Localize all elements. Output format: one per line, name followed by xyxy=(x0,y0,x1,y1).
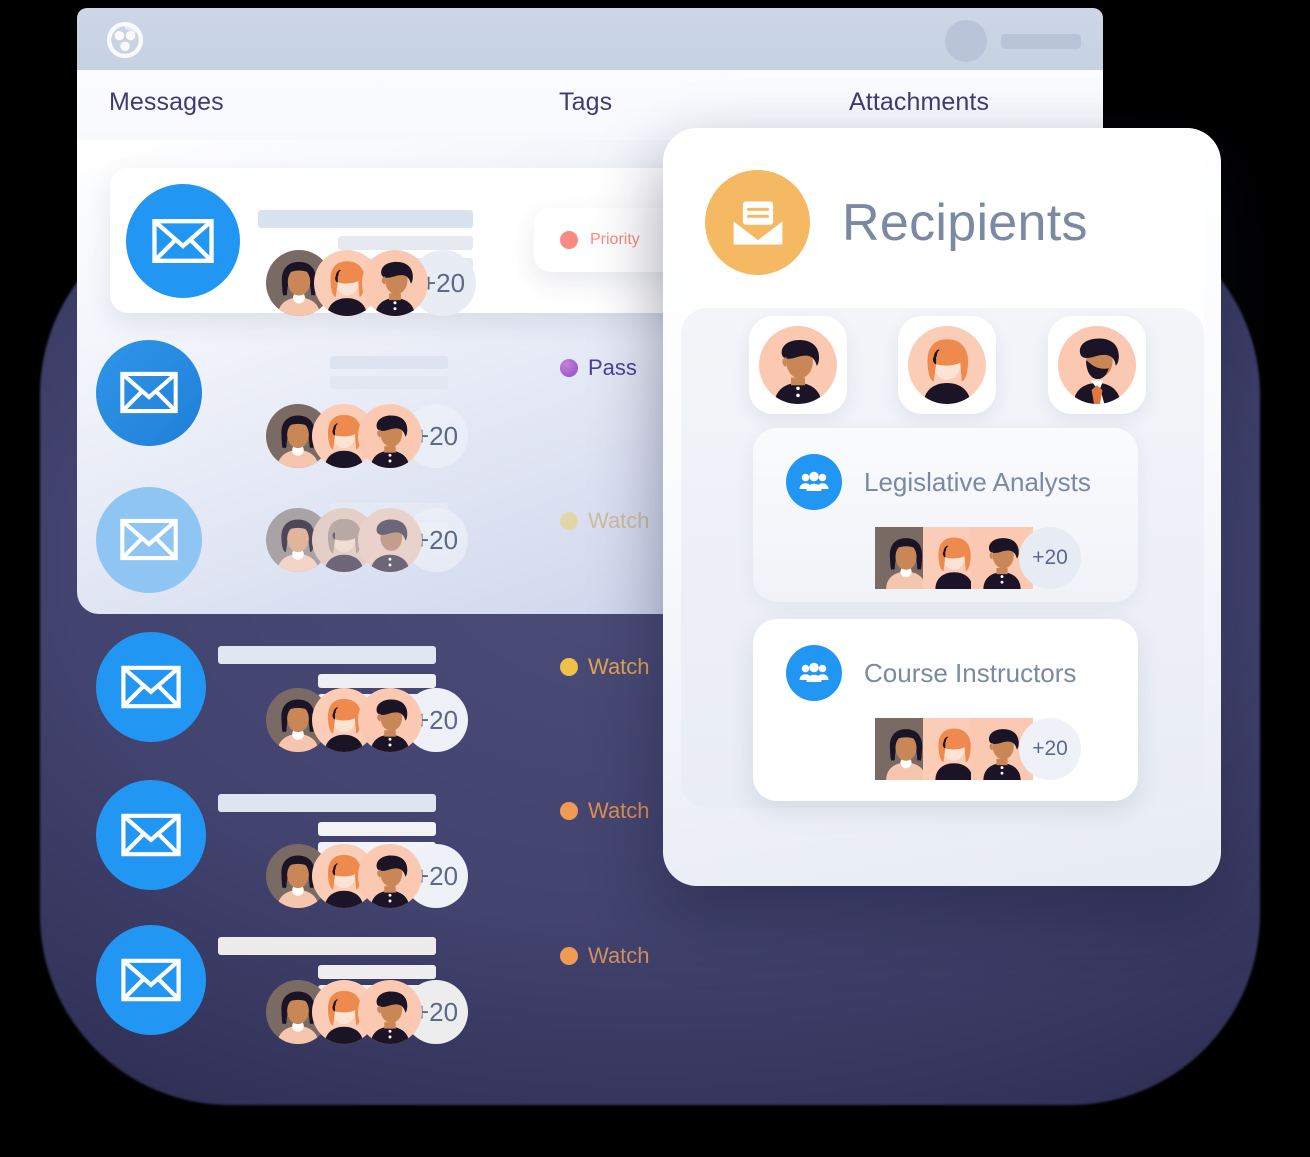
participant-avatars[interactable]: +20 xyxy=(266,980,468,1044)
open-envelope-icon xyxy=(705,170,810,275)
user-avatar-placeholder[interactable] xyxy=(945,20,987,62)
group-header: Legislative Analysts xyxy=(786,454,1091,510)
envelope-icon xyxy=(96,925,206,1035)
preview-placeholder-1 xyxy=(338,235,473,250)
tab-messages[interactable]: Messages xyxy=(109,88,224,117)
illustration-canvas: Messages Tags Attachments +20 Priority +… xyxy=(0,0,1310,1157)
avatar-woman-orange-bob xyxy=(908,326,986,404)
envelope-icon xyxy=(96,632,206,742)
status-badge-watch[interactable]: Watch xyxy=(560,654,650,680)
participant-avatars[interactable]: +20 xyxy=(266,508,468,572)
avatar-man-dark-hair xyxy=(759,326,837,404)
subject-placeholder xyxy=(218,794,436,812)
status-label: Watch xyxy=(588,943,650,968)
recipients-title: Recipients xyxy=(842,193,1088,252)
envelope-icon xyxy=(96,486,202,593)
status-dot xyxy=(560,231,578,249)
status-label: Watch xyxy=(588,508,650,533)
avatar xyxy=(358,508,422,572)
status-label: Watch xyxy=(588,654,650,679)
avatar xyxy=(358,980,422,1044)
preview-placeholder-1 xyxy=(318,674,436,688)
avatar-man-beard-tie xyxy=(1058,326,1136,404)
group-people-icon xyxy=(786,645,842,701)
status-badge-pass[interactable]: Pass xyxy=(560,355,637,381)
avatar xyxy=(362,250,428,316)
tab-attachments[interactable]: Attachments xyxy=(849,88,989,117)
status-label: Priority xyxy=(590,231,640,248)
status-dot xyxy=(560,947,578,965)
envelope-icon xyxy=(96,780,206,890)
recipient-tile[interactable] xyxy=(898,316,996,414)
subject-placeholder xyxy=(258,209,473,228)
subject-placeholder xyxy=(218,646,436,664)
recipient-group-card[interactable]: Legislative Analysts +20 xyxy=(753,428,1138,602)
name-placeholder-bar xyxy=(1001,34,1081,49)
avatar xyxy=(358,844,422,908)
recipient-group-card[interactable]: Course Instructors +20 xyxy=(753,619,1138,801)
group-logo-icon xyxy=(105,20,145,60)
envelope-icon xyxy=(126,183,240,298)
group-avatars[interactable]: +20 xyxy=(875,527,1081,589)
group-name: Legislative Analysts xyxy=(864,466,1091,497)
avatar-overflow-count[interactable]: +20 xyxy=(1019,527,1081,589)
subject-placeholder xyxy=(330,355,448,369)
status-dot xyxy=(560,802,578,820)
status-dot xyxy=(560,512,578,530)
recipients-header: Recipients xyxy=(705,170,1088,275)
tab-tags[interactable]: Tags xyxy=(559,88,612,117)
envelope-icon xyxy=(96,339,202,446)
status-dot xyxy=(560,359,578,377)
subject-placeholder xyxy=(218,937,436,955)
status-label: Watch xyxy=(588,798,650,823)
group-header: Course Instructors xyxy=(786,645,1076,701)
preview-placeholder-1 xyxy=(318,965,436,979)
recipient-tile[interactable] xyxy=(749,316,847,414)
avatar-overflow-count[interactable]: +20 xyxy=(1019,718,1081,780)
avatar xyxy=(358,688,422,752)
participant-avatars[interactable]: +20 xyxy=(266,250,476,316)
window-titlebar xyxy=(77,8,1103,70)
status-badge-watch[interactable]: Watch xyxy=(560,508,650,534)
preview-placeholder-1 xyxy=(318,822,436,836)
avatar xyxy=(358,404,422,468)
status-label: Pass xyxy=(588,355,637,380)
recipient-tile[interactable] xyxy=(1048,316,1146,414)
participant-avatars[interactable]: +20 xyxy=(266,844,468,908)
participant-avatars[interactable]: +20 xyxy=(266,688,468,752)
status-badge-watch[interactable]: Watch xyxy=(560,798,650,824)
group-name: Course Instructors xyxy=(864,657,1077,688)
status-badge-watch[interactable]: Watch xyxy=(560,943,650,969)
preview-placeholder-1 xyxy=(330,375,448,389)
participant-avatars[interactable]: +20 xyxy=(266,404,468,468)
group-people-icon xyxy=(786,454,842,510)
status-dot xyxy=(560,658,578,676)
group-avatars[interactable]: +20 xyxy=(875,718,1081,780)
